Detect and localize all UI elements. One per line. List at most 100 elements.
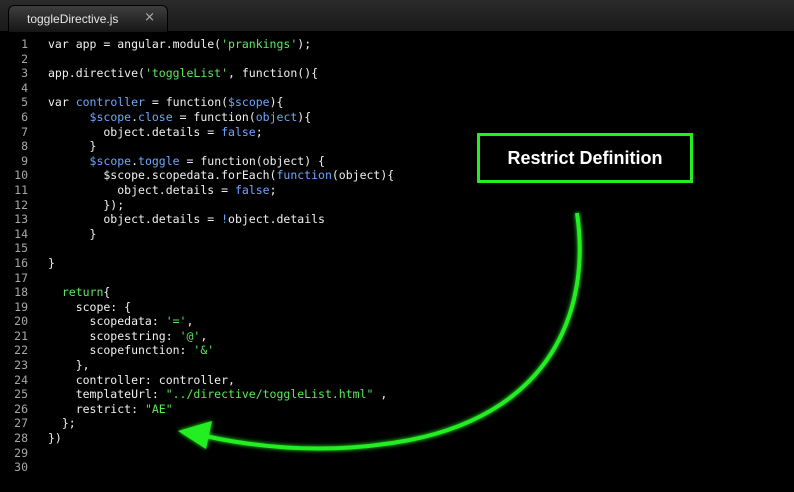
code-token: , <box>200 328 208 343</box>
code-token: }) <box>48 431 62 446</box>
code-line[interactable]: object.details = false; <box>48 125 394 140</box>
code-line[interactable]: } <box>48 227 394 242</box>
code-line[interactable]: scope: { <box>48 300 394 315</box>
code-token: ){ <box>297 109 312 124</box>
code-line[interactable]: controller: controller, <box>48 373 394 388</box>
code-line[interactable]: $scope.toggle = function(object) { <box>48 154 394 169</box>
code-token: '&' <box>193 343 215 358</box>
tab-bar: toggleDirective.js × <box>0 0 794 32</box>
code-token: . <box>131 109 139 124</box>
line-number: 2 <box>21 51 28 66</box>
line-number: 7 <box>21 124 28 139</box>
line-number: 16 <box>14 255 28 270</box>
line-number: 22 <box>14 343 28 358</box>
code-line[interactable]: object.details = false; <box>48 183 394 198</box>
code-line[interactable]: } <box>48 139 394 154</box>
code-token: '@' <box>179 328 201 343</box>
code-line[interactable]: }, <box>48 358 394 373</box>
code-token: }, <box>48 358 90 373</box>
code-line[interactable]: $scope.scopedata.forEach(function(object… <box>48 168 394 183</box>
code-line[interactable]: var app = angular.module('prankings'); <box>48 37 394 52</box>
code-token: }); <box>48 197 125 212</box>
line-number: 14 <box>14 226 28 241</box>
code-token: "AE" <box>144 401 173 416</box>
code-line[interactable]: } <box>48 256 394 271</box>
code-line[interactable]: var controller = function($scope){ <box>48 95 394 110</box>
code-line[interactable]: scopestring: '@', <box>48 329 394 344</box>
file-tab[interactable]: toggleDirective.js × <box>8 5 168 32</box>
line-number: 13 <box>14 212 28 227</box>
code-token: scope: { <box>48 299 132 314</box>
line-number: 25 <box>14 387 28 402</box>
code-token: scopedata: <box>48 314 166 329</box>
code-token: $scope <box>228 95 270 110</box>
code-token: scopefunction: <box>48 343 194 358</box>
code-token: templateUrl: <box>48 387 166 402</box>
code-token: } <box>48 226 97 241</box>
line-number: 8 <box>21 139 28 154</box>
code-line[interactable] <box>48 271 394 286</box>
code-token: ; <box>269 182 277 197</box>
code-token: = function(object) { <box>179 153 325 168</box>
code-token: controller <box>75 95 145 110</box>
line-number: 3 <box>21 66 28 81</box>
code-line[interactable] <box>48 81 394 96</box>
code-line[interactable]: scopedata: '=', <box>48 314 394 329</box>
code-line[interactable]: }); <box>48 198 394 213</box>
line-number: 4 <box>21 80 28 95</box>
line-number: 29 <box>14 445 28 460</box>
code-line[interactable] <box>48 52 394 67</box>
code-line[interactable]: restrict: "AE" <box>48 402 394 417</box>
code-line[interactable]: app.directive('toggleList', function(){ <box>48 66 394 81</box>
close-icon[interactable]: × <box>144 10 155 25</box>
code-line[interactable]: return{ <box>48 285 394 300</box>
code-line[interactable]: scopefunction: '&' <box>48 343 394 358</box>
code-line[interactable]: templateUrl: "../directive/toggleList.ht… <box>48 387 394 402</box>
code-line[interactable]: $scope.close = function(object){ <box>48 110 394 125</box>
line-number: 1 <box>21 37 28 51</box>
line-number: 10 <box>14 168 28 183</box>
code-line[interactable] <box>48 241 394 256</box>
code-line[interactable]: }) <box>48 431 394 446</box>
code-line[interactable] <box>48 446 394 461</box>
code-token: object.details = <box>48 124 222 139</box>
line-number: 30 <box>14 460 28 475</box>
code-token: , function(){ <box>228 66 319 81</box>
code-token: }; <box>48 416 76 431</box>
code-token: $scope <box>89 109 132 124</box>
code-line[interactable]: object.details = !object.details <box>48 212 394 227</box>
line-number: 28 <box>14 431 28 446</box>
code-token: , <box>186 314 194 329</box>
code-editor[interactable]: 1 2 3 4 5 6 7 8 9 10 11 12 13 14 15 16 17 18 19 20 21 22 23 24 2… <box>0 32 794 492</box>
line-number: 21 <box>14 328 28 343</box>
line-number-gutter: 1 2 3 4 5 6 7 8 9 10 11 12 13 14 15 16 17 18 19 20 21 22 23 24 2… <box>0 37 30 475</box>
code-area[interactable]: var app = angular.module('prankings'); ap… <box>48 37 394 475</box>
code-token: false <box>221 124 256 139</box>
code-token: ! <box>221 212 229 227</box>
restrict-definition-callout: Restrict Definition <box>477 133 693 183</box>
code-token: false <box>234 182 270 197</box>
code-token: controller: controller, <box>48 372 235 387</box>
line-number: 5 <box>21 95 28 110</box>
code-token: { <box>103 285 111 300</box>
code-token: var <box>48 95 76 110</box>
code-token: } <box>48 139 97 154</box>
code-token: = function( <box>144 95 229 110</box>
line-number: 6 <box>21 109 28 124</box>
line-number: 11 <box>14 182 28 197</box>
code-token: $scope <box>89 153 132 168</box>
line-number: 17 <box>14 270 28 285</box>
line-number: 20 <box>14 314 28 329</box>
code-token: '=' <box>165 314 187 329</box>
code-token: } <box>48 255 55 270</box>
code-line[interactable] <box>48 460 394 475</box>
code-token: restrict: <box>48 401 145 416</box>
code-line[interactable]: }; <box>48 416 394 431</box>
code-token: object.details = <box>48 212 222 227</box>
code-token: toggle <box>138 153 180 168</box>
code-token: . <box>131 153 139 168</box>
file-tab-title: toggleDirective.js <box>27 12 119 26</box>
